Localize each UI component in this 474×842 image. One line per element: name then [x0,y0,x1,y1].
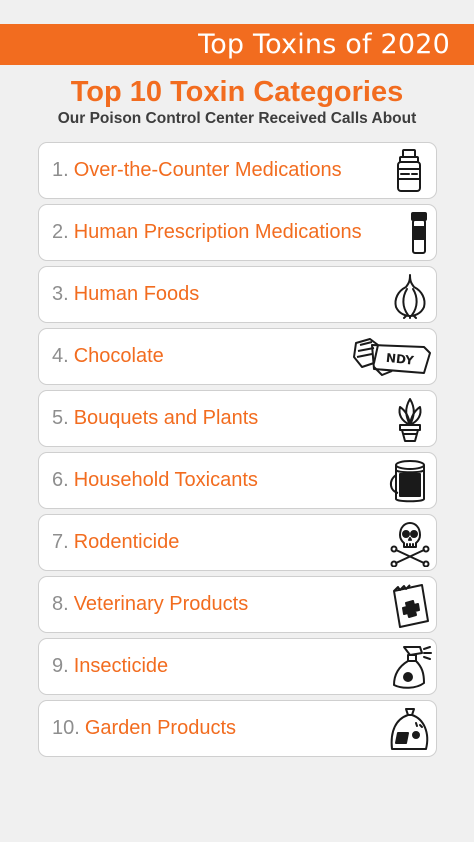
item-number: 4. [52,345,69,367]
item-number: 9. [52,655,69,677]
pill-bottle-icon [386,147,434,195]
banner-title: Top Toxins of 2020 [198,29,450,60]
fertilizer-bag-icon [386,705,434,753]
item-number: 1. [52,159,69,181]
toxin-item-3: 3. Human Foods [38,266,437,323]
item-label: Bouquets and Plants [73,407,259,429]
toxin-item-9: 9. Insecticide [38,638,437,695]
page-subheading: Our Poison Control Center Received Calls… [57,110,417,127]
item-number: 2. [52,221,69,243]
toxin-item-5: 5. Bouquets and Plants [38,390,437,447]
toxin-item-10: 10. Garden Products [38,700,437,757]
item-number: 10. [52,717,80,739]
candy-bar-wrapper-text: NDY [385,351,414,368]
item-number: 3. [52,283,69,305]
item-label: Rodenticide [73,531,180,553]
item-label: Human Prescription Medications [73,221,362,243]
toxin-item-7: 7. Rodenticide [38,514,437,571]
item-label: Garden Products [84,717,237,739]
medical-bag-icon [386,581,434,629]
toxin-item-8: 8. Veterinary Products [38,576,437,633]
garlic-icon [386,271,434,319]
toxin-item-1: 1. Over-the-Counter Medications [38,142,437,199]
title-banner: Top Toxins of 2020 [0,24,474,65]
item-label: Household Toxicants [73,469,258,491]
item-number: 5. [52,407,69,429]
item-number: 7. [52,531,69,553]
item-label: Veterinary Products [73,593,249,615]
item-label: Over-the-Counter Medications [73,159,342,181]
page-heading: Top 10 Toxin Categories [70,76,404,108]
spray-bottle-icon [386,643,434,691]
item-label: Human Foods [73,283,200,305]
toxin-list: 1. Over-the-Counter Medications 2. Human… [38,142,437,762]
toxin-item-4: 4. Chocolate NDY [38,328,437,385]
toxin-item-6: 6. Household Toxicants [38,452,437,509]
item-number: 8. [52,593,69,615]
item-label: Chocolate [73,345,164,367]
skull-crossbones-icon [386,519,434,567]
toxin-item-2: 2. Human Prescription Medications [38,204,437,261]
item-label: Insecticide [73,655,169,677]
prescription-bottle-icon [386,209,434,257]
candy-bar-icon: NDY [352,333,432,381]
paint-can-icon [386,457,434,505]
item-number: 6. [52,469,69,491]
potted-plant-icon [386,395,434,443]
